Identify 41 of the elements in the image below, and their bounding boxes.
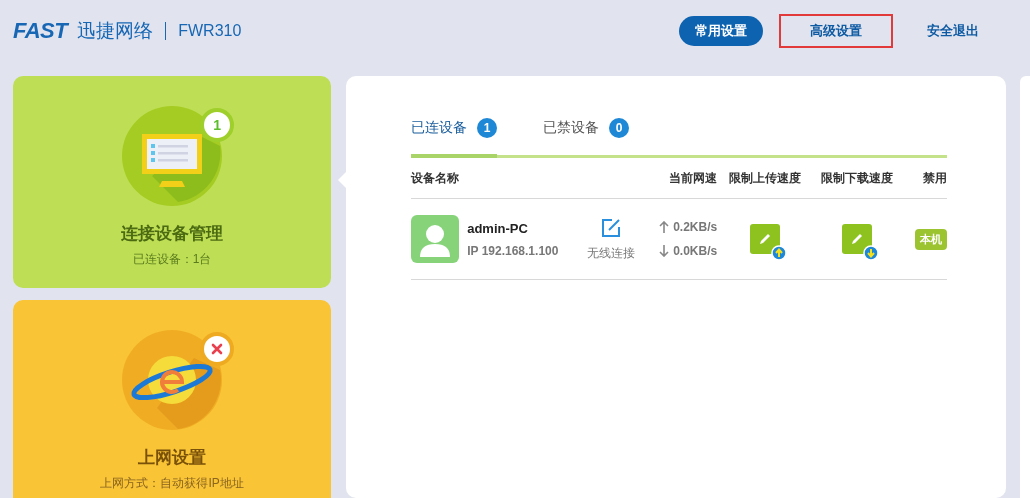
tab-label: 已连设备	[411, 119, 468, 137]
connection-type: 无线连接	[587, 244, 636, 262]
nav-button[interactable]: 高级设置	[779, 14, 893, 48]
column-header: 禁用	[923, 169, 948, 187]
column-header: 限制上传速度	[728, 169, 801, 187]
column-header: 当前网速	[669, 169, 718, 187]
local-device-tag: 本机	[915, 228, 948, 250]
device-ip: IP 192.168.1.100	[467, 243, 559, 258]
brand-name: 迅捷网络	[77, 19, 154, 43]
menu-card[interactable]: 1 连接设备管理 已连设备：1台	[13, 76, 332, 288]
model-name: FWR310	[178, 22, 242, 40]
column-header: 设备名称	[411, 169, 460, 187]
close-icon	[211, 343, 224, 355]
up-arrow-icon	[659, 221, 670, 233]
card-title: 上网设置	[138, 447, 207, 469]
count-badge: 1	[200, 108, 235, 142]
tab-label: 已禁设备	[543, 119, 600, 137]
column-header: 限制下载速度	[821, 169, 894, 187]
count-badge: 0	[609, 118, 630, 138]
device-name: admin-PC	[467, 220, 529, 236]
upload-icon	[770, 245, 787, 261]
edit-icon[interactable]	[600, 216, 623, 239]
card-title: 连接设备管理	[121, 223, 224, 245]
download-speed: 0.0KB/s	[673, 244, 718, 258]
globe-icon	[122, 330, 223, 430]
nav-button[interactable]: 常用设置	[679, 16, 763, 46]
avatar-icon	[411, 215, 460, 263]
tab[interactable]: 已禁设备 0	[543, 118, 630, 158]
count-badge: 1	[477, 118, 498, 138]
download-limit-button[interactable]	[842, 224, 873, 254]
upload-limit-button[interactable]	[749, 224, 780, 254]
down-arrow-icon	[659, 245, 670, 257]
card-subtitle: 上网方式：自动获得IP地址	[100, 475, 244, 492]
monitor-icon	[122, 106, 223, 206]
tab[interactable]: 已连设备 1	[411, 118, 498, 158]
upload-speed: 0.2KB/s	[673, 220, 718, 234]
download-icon	[863, 245, 880, 261]
nav-button[interactable]: 安全退出	[909, 16, 997, 46]
logo: FAST	[13, 18, 68, 44]
card-subtitle: 已连设备：1台	[132, 251, 212, 268]
menu-card[interactable]: 上网设置 上网方式：自动获得IP地址	[13, 300, 332, 498]
